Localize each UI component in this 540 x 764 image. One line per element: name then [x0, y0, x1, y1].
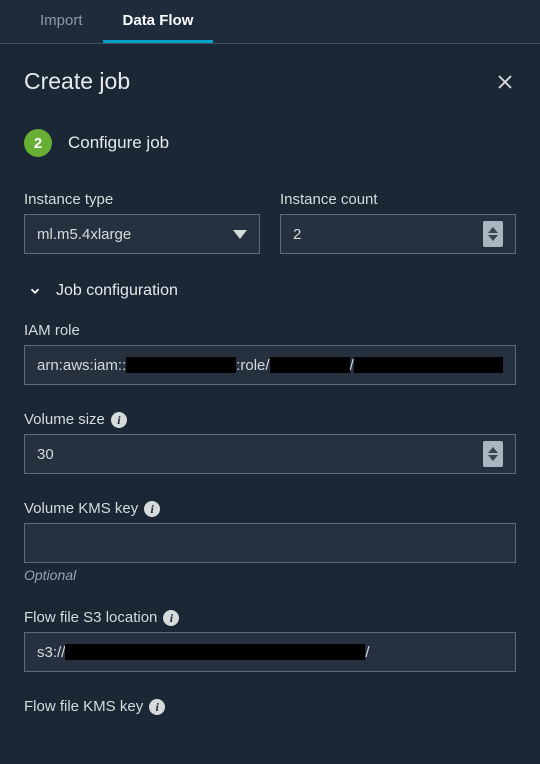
volume-kms-label-text: Volume KMS key: [24, 500, 138, 517]
iam-role-prefix: arn:aws:iam::: [37, 357, 126, 374]
flow-s3-input[interactable]: s3:// /: [24, 632, 516, 672]
instance-count-value: 2: [293, 226, 301, 243]
volume-size-value: 30: [37, 446, 54, 463]
instance-type-select[interactable]: ml.m5.4xlarge: [24, 214, 260, 254]
step-number-badge: 2: [24, 129, 52, 157]
stepper-icon[interactable]: [483, 221, 503, 247]
job-configuration-label: Job configuration: [56, 282, 178, 300]
instance-count-stepper[interactable]: 2: [280, 214, 516, 254]
info-icon[interactable]: i: [149, 699, 165, 715]
iam-role-mid: :role/: [236, 357, 269, 374]
chevron-down-icon: [28, 284, 42, 298]
volume-kms-field[interactable]: [37, 524, 503, 562]
flow-s3-bucket-redacted: [65, 644, 365, 660]
flow-s3-sep: /: [365, 644, 369, 661]
iam-role-name-redacted: [270, 357, 350, 373]
volume-kms-label: Volume KMS key i: [24, 500, 516, 517]
iam-role-account-redacted: [126, 357, 236, 373]
step-header: 2 Configure job: [24, 129, 516, 157]
tab-data-flow[interactable]: Data Flow: [103, 0, 214, 43]
volume-kms-helper: Optional: [24, 567, 516, 583]
volume-size-label: Volume size i: [24, 411, 516, 428]
chevron-down-icon: [233, 230, 247, 239]
close-button[interactable]: [494, 71, 516, 93]
volume-size-label-text: Volume size: [24, 411, 105, 428]
iam-role-input[interactable]: arn:aws:iam:: :role/ /: [24, 345, 516, 385]
flow-s3-prefix: s3://: [37, 644, 65, 661]
flow-kms-label-text: Flow file KMS key: [24, 698, 143, 715]
iam-role-label: IAM role: [24, 322, 516, 339]
volume-kms-input[interactable]: [24, 523, 516, 563]
flow-s3-label: Flow file S3 location i: [24, 609, 516, 626]
volume-size-stepper[interactable]: 30: [24, 434, 516, 474]
tab-data-flow-label: Data Flow: [123, 12, 194, 29]
step-title: Configure job: [68, 133, 169, 153]
instance-type-value: ml.m5.4xlarge: [37, 226, 131, 243]
close-icon: [496, 73, 514, 91]
job-configuration-toggle[interactable]: Job configuration: [28, 282, 516, 300]
create-job-panel: Create job 2 Configure job Instance type…: [0, 44, 540, 745]
flow-kms-label: Flow file KMS key i: [24, 698, 516, 715]
tab-bar: Import Data Flow: [0, 0, 540, 44]
stepper-icon[interactable]: [483, 441, 503, 467]
instance-type-label: Instance type: [24, 191, 260, 208]
info-icon[interactable]: i: [144, 501, 160, 517]
info-icon[interactable]: i: [163, 610, 179, 626]
iam-role-suffix-redacted: [354, 357, 503, 373]
tab-import-label: Import: [40, 12, 83, 29]
page-title: Create job: [24, 68, 130, 95]
flow-s3-label-text: Flow file S3 location: [24, 609, 157, 626]
info-icon[interactable]: i: [111, 412, 127, 428]
instance-count-label: Instance count: [280, 191, 516, 208]
tab-import[interactable]: Import: [20, 0, 103, 43]
